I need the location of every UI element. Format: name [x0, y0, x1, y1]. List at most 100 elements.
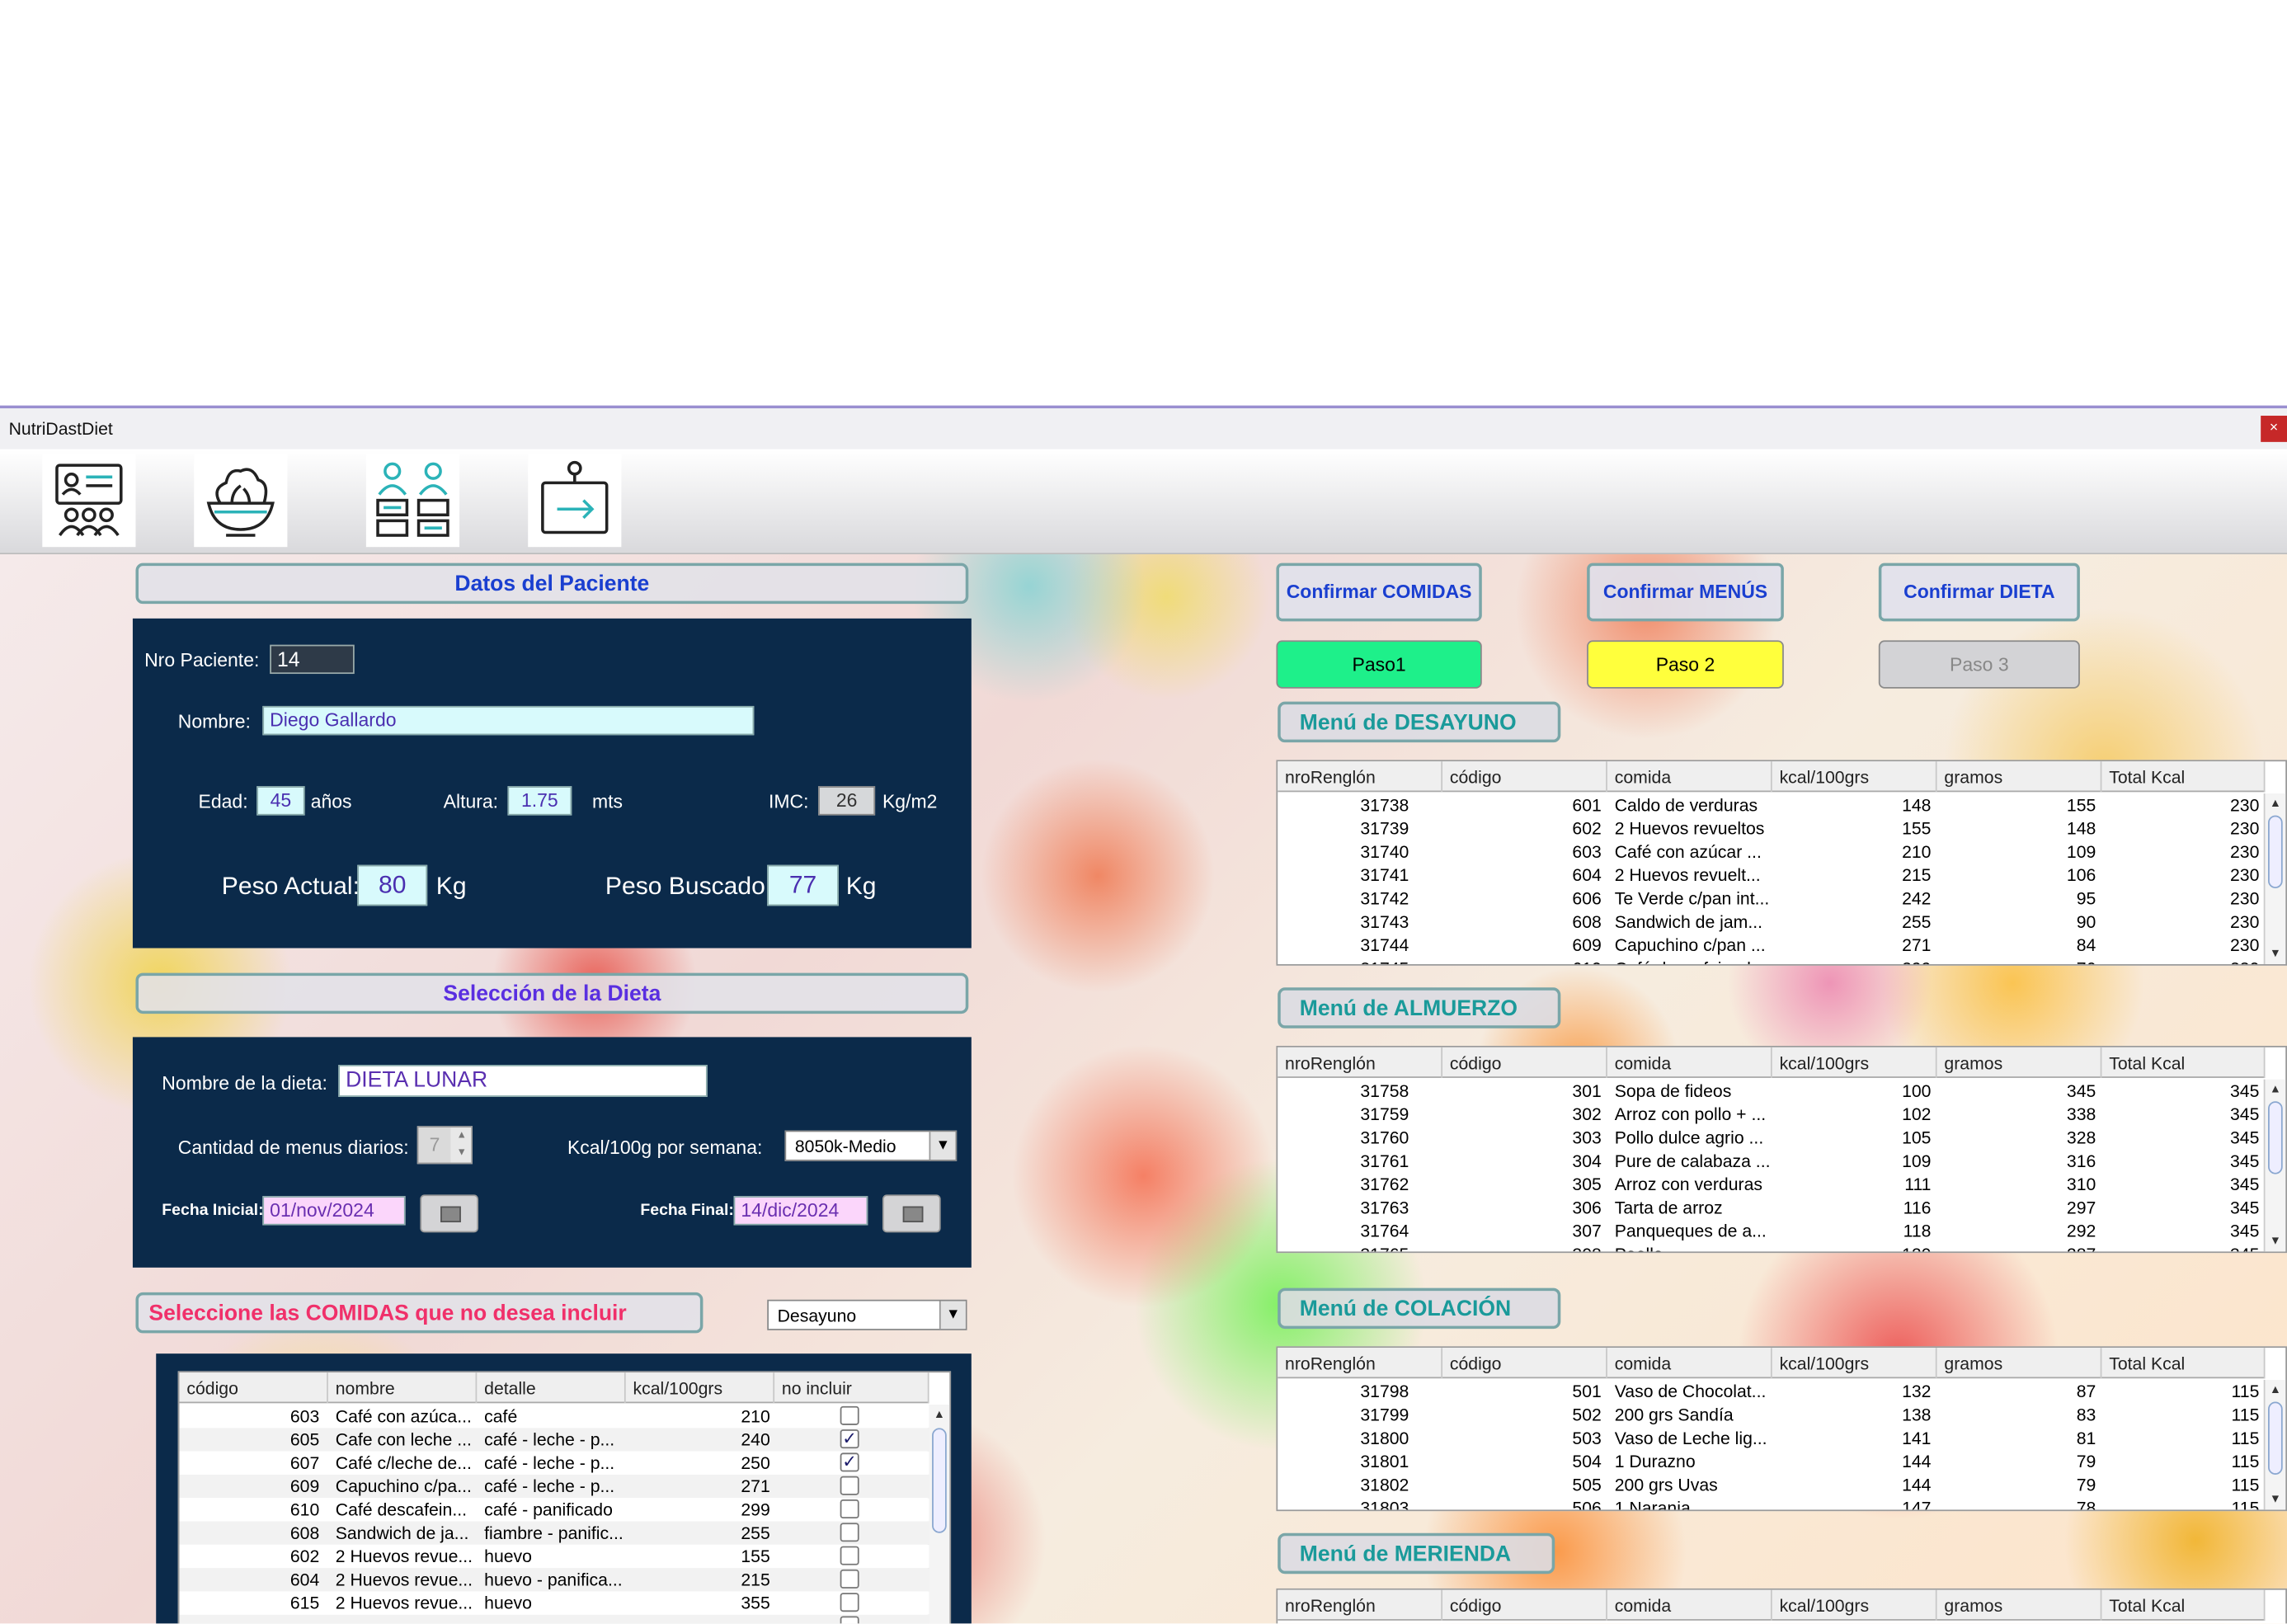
- col-comida[interactable]: comida: [1607, 761, 1772, 793]
- exclude-checkbox[interactable]: [840, 1499, 859, 1519]
- start-date-calendar-button[interactable]: [420, 1194, 479, 1233]
- table-row[interactable]: 31765308Paella120287345: [1278, 1243, 2265, 1252]
- table-row[interactable]: 610 Café descafein... café - panificado 299: [179, 1498, 929, 1522]
- exclude-checkbox[interactable]: [840, 1523, 859, 1542]
- col-comida[interactable]: comida: [1607, 1348, 1772, 1379]
- exclusion-scrollbar[interactable]: ▲: [927, 1405, 950, 1624]
- table-row[interactable]: 31739 602 2 Huevos revueltos 155 148 230: [1278, 817, 2265, 840]
- exclude-checkbox[interactable]: ✓: [840, 1429, 859, 1449]
- scroll-thumb[interactable]: [932, 1428, 947, 1533]
- step3-button[interactable]: Paso 3: [1878, 640, 2080, 689]
- afternoon-menu-table[interactable]: nroRenglón código comida kcal/100grs gramos T…: [1276, 1588, 2287, 1624]
- scroll-thumb[interactable]: [2268, 1101, 2283, 1174]
- lunch-menu-table[interactable]: nroRenglón código comida kcal/100grs gramos T…: [1276, 1046, 2287, 1254]
- scroll-down-icon[interactable]: ▼: [2265, 944, 2285, 964]
- table-row[interactable]: 31799 502 200 grs Sandía 138 83 115: [1278, 1403, 2265, 1426]
- col-codigo[interactable]: código: [1442, 1589, 1607, 1621]
- spinner-down-icon[interactable]: ▼: [452, 1145, 471, 1162]
- table-row[interactable]: 31763 306 Tarta de arroz 116 297 345: [1278, 1196, 2265, 1219]
- step1-button[interactable]: Paso1: [1276, 640, 1482, 689]
- col-comida[interactable]: comida: [1607, 1047, 1772, 1078]
- table-row[interactable]: 31758 301 Sopa de fideos 100 345 345: [1278, 1080, 2265, 1103]
- table-row[interactable]: 605 Cafe con leche ... café - leche - p...…: [179, 1428, 929, 1452]
- col-codigo[interactable]: código: [1442, 1047, 1607, 1078]
- table-row[interactable]: 31762 305 Arroz con verduras 111 310 345: [1278, 1173, 2265, 1196]
- height-field[interactable]: 1.75: [507, 786, 572, 816]
- exit-door-icon[interactable]: [528, 454, 622, 548]
- users-grid-icon[interactable]: [365, 454, 460, 548]
- table-row[interactable]: 31761 304 Pure de calabaza ... 109 316 345: [1278, 1150, 2265, 1173]
- table-row[interactable]: 607 Café c/leche de... café - leche - p...…: [179, 1451, 929, 1475]
- col-gramos[interactable]: gramos: [1937, 1047, 2102, 1078]
- col-kcal[interactable]: kcal/100grs: [1772, 1348, 1937, 1379]
- table-row[interactable]: 31759 302 Arroz con pollo + ... 102 338 345: [1278, 1103, 2265, 1126]
- scroll-up-icon[interactable]: ▲: [2265, 793, 2285, 814]
- scroll-up-icon[interactable]: ▲: [929, 1405, 950, 1425]
- table-row[interactable]: 602 2 Huevos revue... huevo 155: [179, 1544, 929, 1569]
- table-row[interactable]: 31742 606 Te Verde c/pan int... 242 95 230: [1278, 887, 2265, 910]
- snack-menu-table[interactable]: nroRenglón código comida kcal/100grs gramos T…: [1276, 1346, 2287, 1512]
- name-field[interactable]: Diego Gallardo: [262, 705, 755, 736]
- menus-count-spinner[interactable]: 7 ▲ ▼: [416, 1126, 473, 1165]
- col-gramos[interactable]: gramos: [1937, 1348, 2102, 1379]
- exclude-checkbox[interactable]: [840, 1616, 859, 1624]
- step2-button[interactable]: Paso 2: [1587, 640, 1784, 689]
- table-row[interactable]: 31764 307 Panqueques de a... 118 292 345: [1278, 1219, 2265, 1242]
- table-row[interactable]: 604 2 Huevos revue... huevo - panifica... 2…: [179, 1568, 929, 1592]
- col-nro-renglon[interactable]: nroRenglón: [1278, 1348, 1443, 1379]
- table-row[interactable]: 31803 506 1 Naranja 147 78 115: [1278, 1496, 2265, 1509]
- salad-bowl-icon[interactable]: [194, 454, 288, 548]
- scroll-down-icon[interactable]: ▼: [2265, 1490, 2285, 1510]
- close-icon[interactable]: ×: [2261, 416, 2287, 442]
- spinner-up-icon[interactable]: ▲: [452, 1127, 471, 1145]
- table-row[interactable]: 609 Capuchino c/pa... café - leche - p... 2…: [179, 1474, 929, 1499]
- col-nro-renglon[interactable]: nroRenglón: [1278, 1047, 1443, 1078]
- col-kcal[interactable]: kcal/100grs: [1772, 761, 1937, 793]
- menu-scrollbar[interactable]: ▲ ▼: [2263, 793, 2286, 964]
- table-row[interactable]: 615 2 Huevos revue... huevo 355: [179, 1591, 929, 1615]
- patients-list-icon[interactable]: [42, 454, 136, 548]
- confirm-comidas-button[interactable]: Confirmar COMIDAS: [1276, 563, 1482, 622]
- target-weight-field[interactable]: 77: [767, 864, 839, 906]
- col-kcal[interactable]: kcal/100grs: [1772, 1589, 1937, 1621]
- end-date-field[interactable]: 14/dic/2024: [733, 1196, 868, 1226]
- col-total-kcal[interactable]: Total Kcal: [2101, 1348, 2266, 1379]
- table-row[interactable]: [179, 1614, 929, 1624]
- scroll-thumb[interactable]: [2268, 1401, 2283, 1475]
- scroll-up-icon[interactable]: ▲: [2265, 1080, 2285, 1100]
- exclude-checkbox[interactable]: [840, 1569, 859, 1589]
- col-total-kcal[interactable]: Total Kcal: [2101, 1589, 2266, 1621]
- age-field[interactable]: 45: [256, 786, 305, 816]
- table-row[interactable]: 31741 604 2 Huevos revuelt... 215 106 230: [1278, 864, 2265, 887]
- col-codigo[interactable]: código: [1442, 1348, 1607, 1379]
- col-comida[interactable]: comida: [1607, 1589, 1772, 1621]
- breakfast-menu-table[interactable]: nroRenglón código comida kcal/100grs gramos T…: [1276, 760, 2287, 966]
- patient-number-field[interactable]: 14: [270, 644, 355, 675]
- table-row[interactable]: 603 Café con azúca... café 210: [179, 1405, 929, 1429]
- col-codigo[interactable]: código: [1442, 761, 1607, 793]
- table-row[interactable]: 31744 609 Capuchino c/pan ... 271 84 230: [1278, 934, 2265, 957]
- scroll-up-icon[interactable]: ▲: [2265, 1380, 2285, 1400]
- exclusion-table[interactable]: código nombre detalle kcal/100grs no inc…: [177, 1371, 952, 1624]
- col-gramos[interactable]: gramos: [1937, 1589, 2102, 1621]
- exclude-checkbox[interactable]: ✓: [840, 1452, 859, 1472]
- col-no-incluir[interactable]: no incluir: [774, 1372, 929, 1404]
- col-nro-renglon[interactable]: nroRenglón: [1278, 1589, 1443, 1621]
- table-row[interactable]: 31743 608 Sandwich de jam... 255 90 230: [1278, 911, 2265, 934]
- col-kcal[interactable]: kcal/100grs: [1772, 1047, 1937, 1078]
- col-total-kcal[interactable]: Total Kcal: [2101, 761, 2266, 793]
- current-weight-field[interactable]: 80: [357, 864, 428, 906]
- col-nombre[interactable]: nombre: [328, 1372, 478, 1404]
- table-row[interactable]: 608 Sandwich de ja... fiambre - panific...…: [179, 1521, 929, 1545]
- table-row[interactable]: 31802 505 200 grs Uvas 144 79 115: [1278, 1473, 2265, 1496]
- menu-scrollbar[interactable]: ▲ ▼: [2263, 1079, 2286, 1252]
- exclude-checkbox[interactable]: [840, 1476, 859, 1495]
- confirm-menus-button[interactable]: Confirmar MENÚS: [1587, 563, 1784, 622]
- col-detalle[interactable]: detalle: [477, 1372, 626, 1404]
- menu-scrollbar[interactable]: ▲ ▼: [2263, 1380, 2286, 1510]
- table-row[interactable]: 31740 603 Café con azúcar ... 210 109 230: [1278, 840, 2265, 864]
- exclude-checkbox[interactable]: [840, 1546, 859, 1565]
- col-total-kcal[interactable]: Total Kcal: [2101, 1047, 2266, 1078]
- table-row[interactable]: 31760 303 Pollo dulce agrio ... 105 328 345: [1278, 1126, 2265, 1149]
- col-nro-renglon[interactable]: nroRenglón: [1278, 761, 1443, 793]
